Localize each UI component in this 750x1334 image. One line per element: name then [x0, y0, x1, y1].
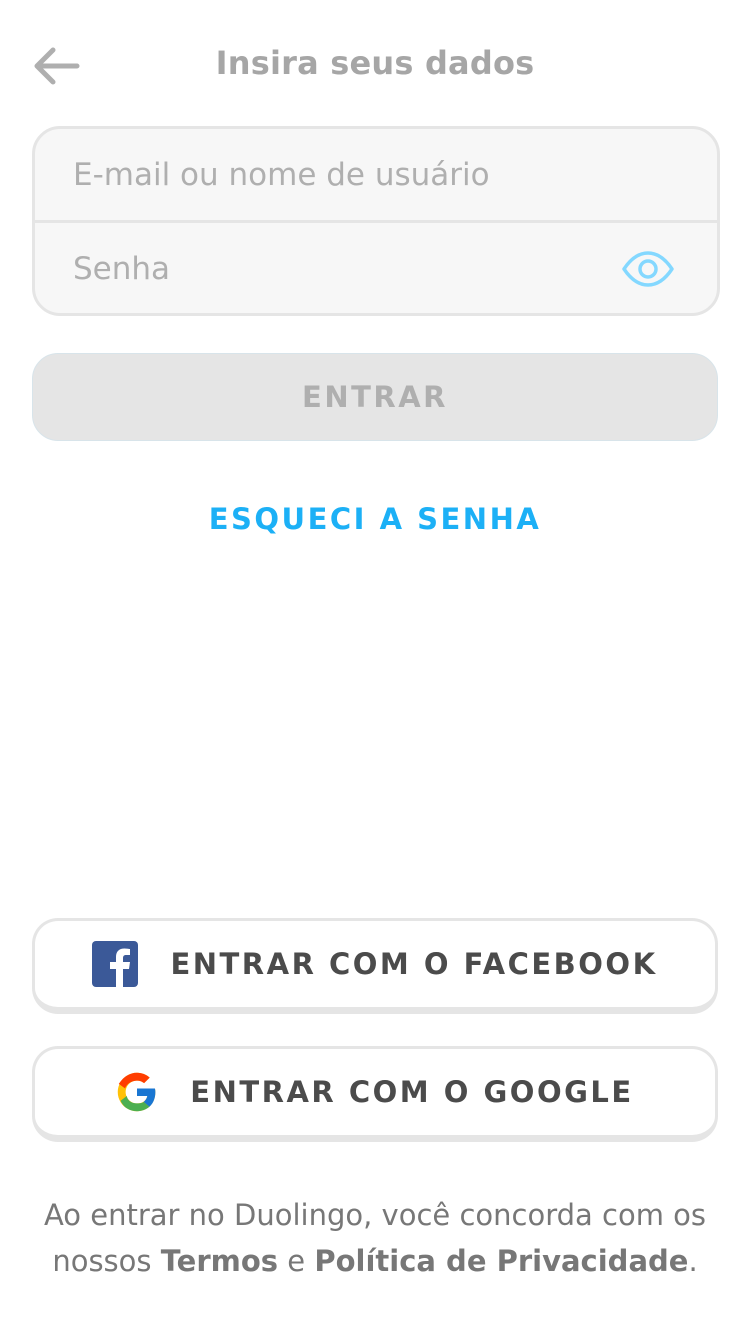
legal-conjunction: e	[278, 1244, 315, 1278]
legal-notice: Ao entrar no Duolingo, você concorda com…	[0, 1192, 750, 1284]
username-input[interactable]	[73, 156, 613, 193]
facebook-login-button[interactable]: ENTRAR COM O FACEBOOK	[32, 918, 718, 1014]
password-row	[35, 220, 717, 313]
login-form	[32, 126, 720, 316]
username-row	[35, 129, 717, 220]
password-input[interactable]	[73, 250, 613, 287]
facebook-login-label: ENTRAR COM O FACEBOOK	[170, 947, 658, 981]
google-icon	[116, 1071, 158, 1113]
page-title: Insira seus dados	[215, 44, 535, 82]
forgot-password-link[interactable]: ESQUECI A SENHA	[0, 502, 750, 536]
eye-icon	[622, 250, 674, 287]
google-login-label: ENTRAR COM O GOOGLE	[190, 1075, 634, 1109]
login-button[interactable]: ENTRAR	[32, 353, 718, 441]
google-login-button[interactable]: ENTRAR COM O GOOGLE	[32, 1046, 718, 1142]
terms-link[interactable]: Termos	[161, 1244, 278, 1278]
facebook-icon	[92, 941, 139, 987]
legal-suffix: .	[688, 1244, 698, 1278]
show-password-button[interactable]	[619, 249, 677, 289]
privacy-policy-link[interactable]: Política de Privacidade	[314, 1244, 688, 1278]
header: Insira seus dados	[0, 0, 750, 130]
